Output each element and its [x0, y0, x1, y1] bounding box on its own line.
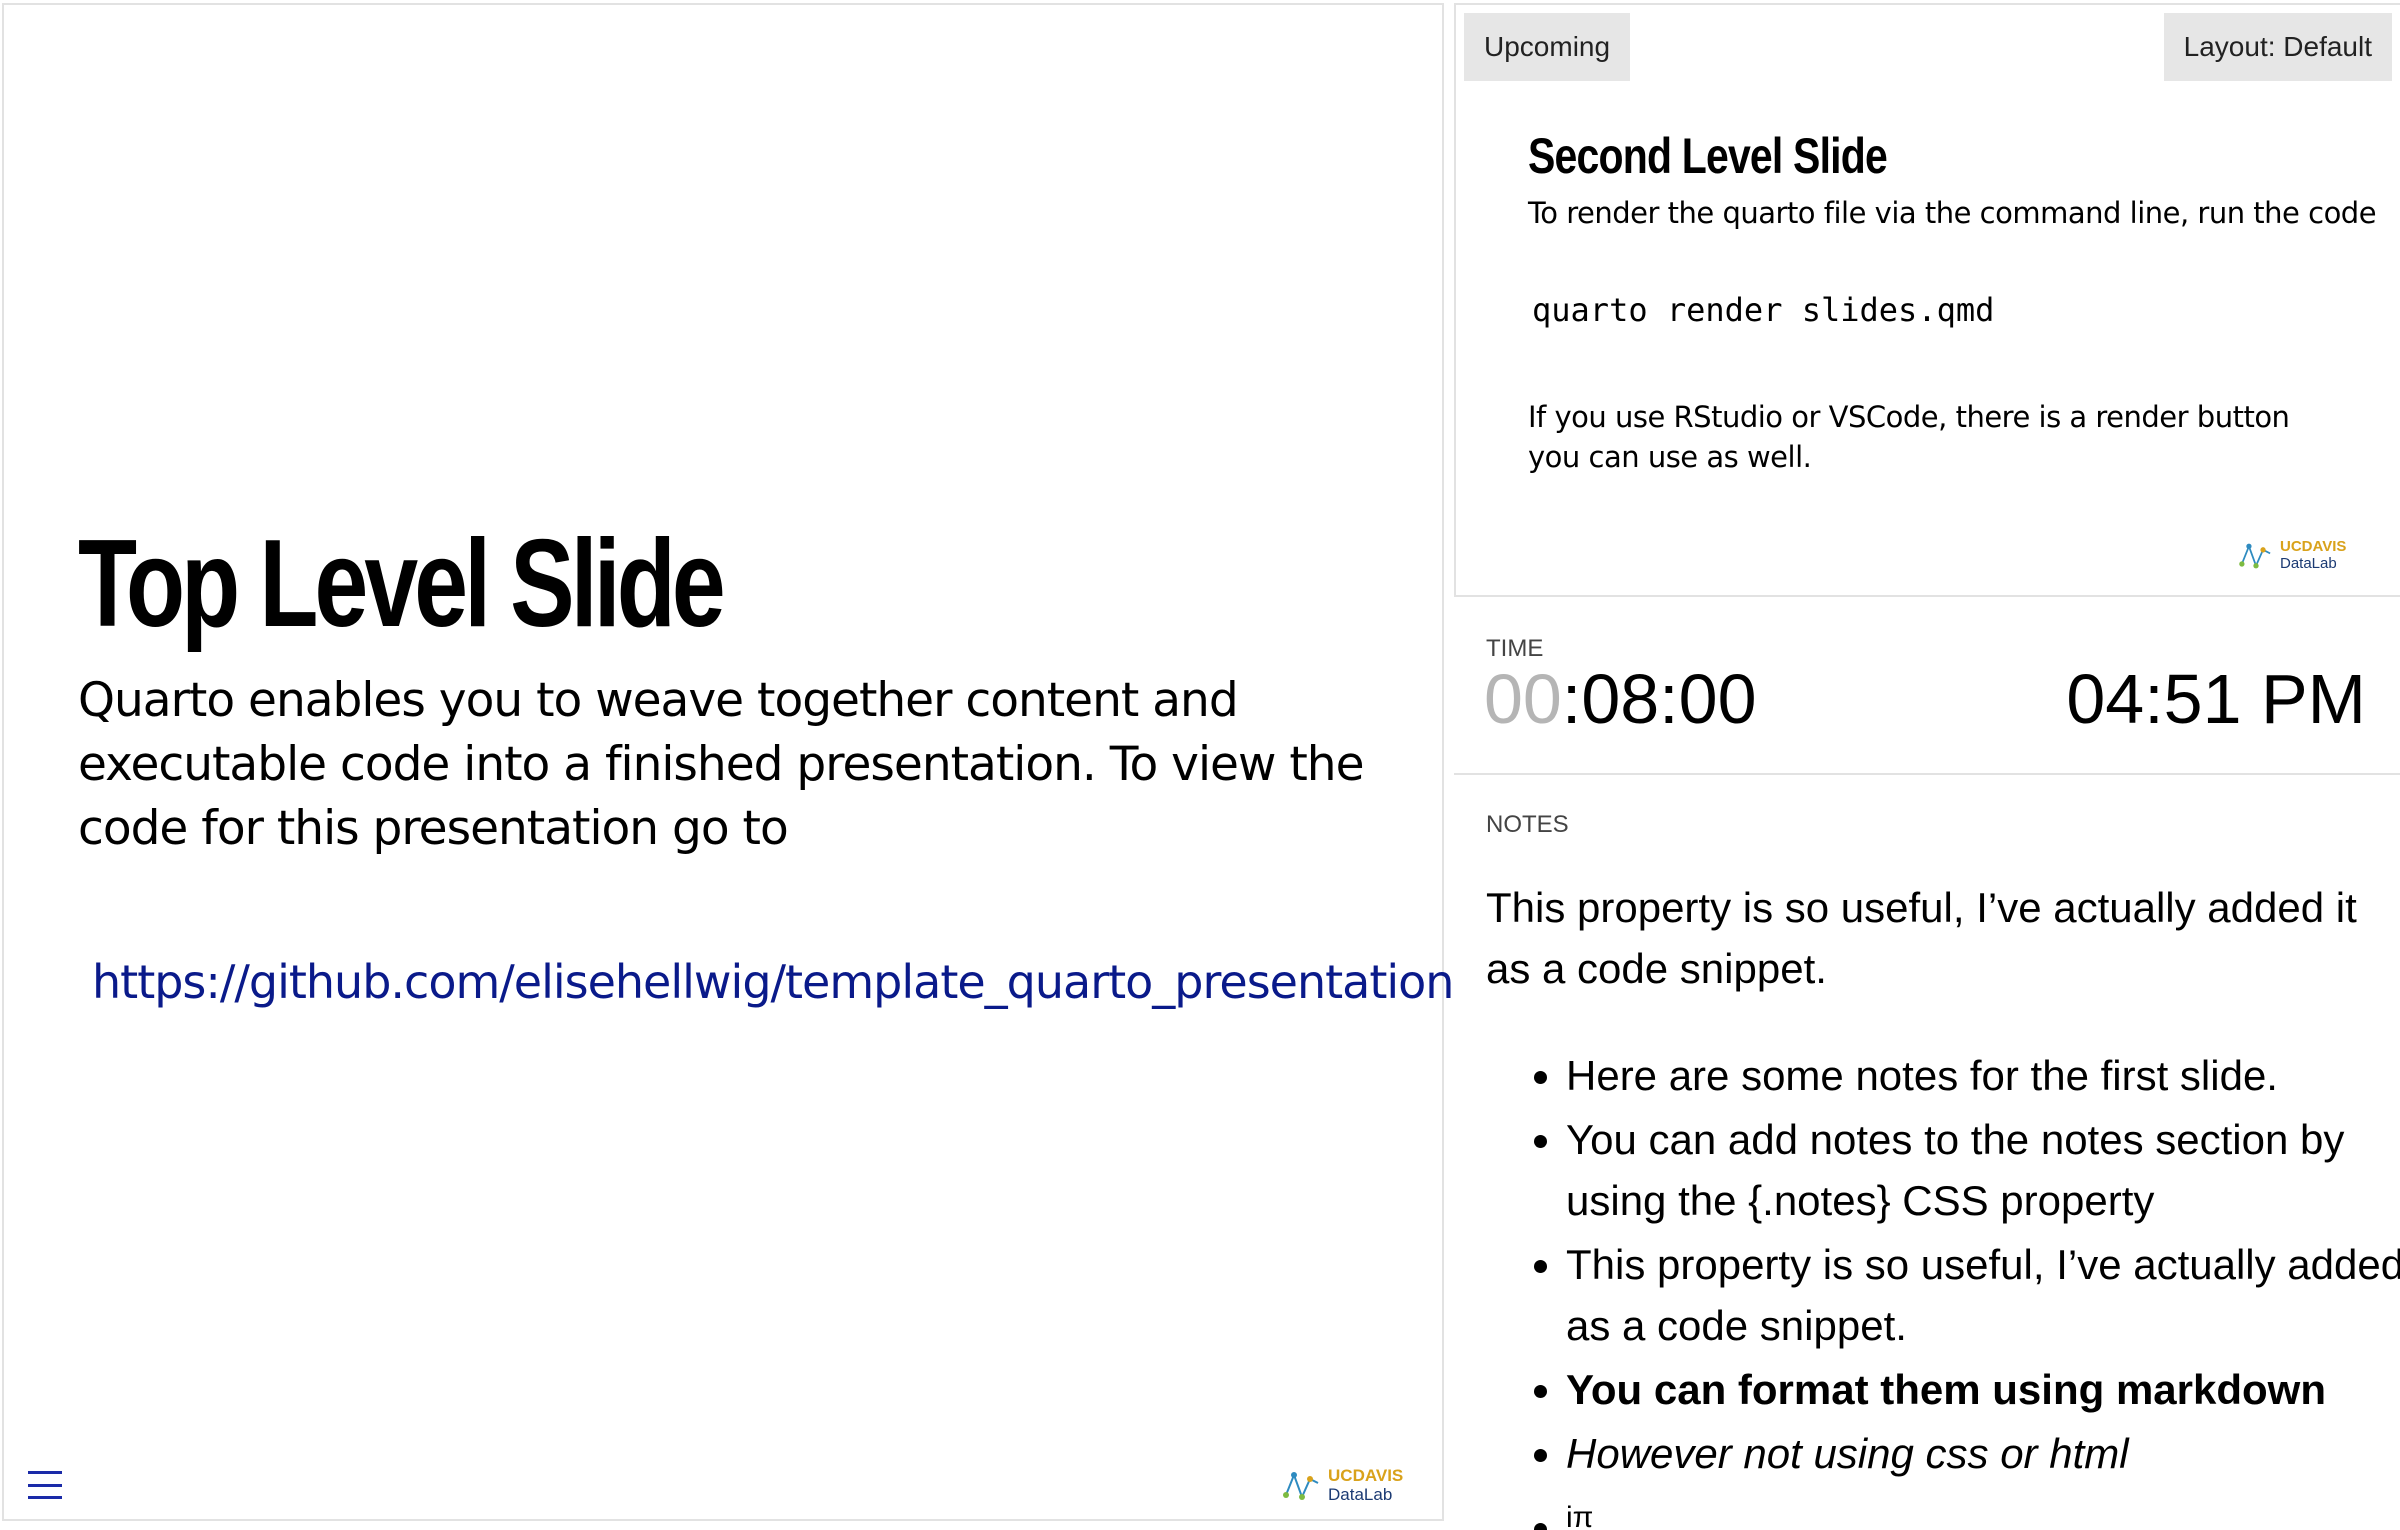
datalab-logo: UCDAVIS DataLab	[1282, 1466, 1404, 1504]
upcoming-button[interactable]: Upcoming	[1464, 13, 1631, 81]
clock: 04:51 PM	[2066, 660, 2366, 738]
datalab-logo-icon	[1283, 1471, 1319, 1500]
math-superscript: iπ	[1566, 1501, 1594, 1530]
logo-university: UCDAVIS	[2280, 538, 2347, 555]
list-item: Here are some notes for the first slide.	[1566, 1045, 2400, 1106]
speaker-notes: NOTES This property is so useful, I’ve a…	[1454, 775, 2400, 1530]
menu-icon-bar	[28, 1471, 62, 1474]
timer-section: TIME 00:08:00 04:51 PM	[1454, 597, 2400, 775]
upcoming-code-block: quarto render slides.qmd	[1532, 291, 1995, 329]
logo-datalab: DataLab	[1328, 1484, 1393, 1504]
list-item: This property is so useful, I’ve actuall…	[1566, 1234, 2400, 1356]
slide-title: Top Level Slide	[78, 515, 726, 653]
datalab-logo-icon	[2239, 543, 2271, 568]
upcoming-slide-text: To render the quarto file via the comman…	[1528, 196, 2377, 230]
list-item: You can add notes to the notes section b…	[1566, 1109, 2400, 1231]
datalab-logo: UCDAVIS DataLab	[2238, 538, 2347, 572]
notes-lead: This property is so useful, I’ve actuall…	[1486, 884, 2357, 992]
layout-button[interactable]: Layout: Default	[2163, 13, 2392, 81]
upcoming-slide-text-2: If you use RStudio or VSCode, there is a…	[1528, 400, 2290, 474]
menu-icon-bar	[28, 1483, 62, 1487]
elapsed-minutes-seconds: :08:00	[1561, 660, 1757, 738]
list-item-partial: iπ	[1566, 1487, 2400, 1530]
list-item: However not using css or html	[1566, 1423, 2400, 1484]
elapsed-hours: 00	[1484, 660, 1562, 738]
notes-label: NOTES	[1486, 811, 1569, 838]
logo-datalab: DataLab	[2280, 554, 2337, 572]
notes-list: Here are some notes for the first slide.…	[1486, 1045, 2400, 1530]
elapsed-timer[interactable]: 00:08:00	[1484, 659, 1757, 739]
menu-icon-bar	[28, 1496, 62, 1499]
upcoming-slide-title: Second Level Slide	[1528, 128, 1888, 184]
slide-body: Quarto enables you to weave together con…	[78, 673, 1364, 856]
list-item: You can format them using markdown	[1566, 1359, 2400, 1420]
current-slide: Top Level Slide Quarto enables you to we…	[2, 3, 1454, 1521]
logo-university: UCDAVIS	[1328, 1466, 1404, 1485]
repo-link[interactable]: https://github.com/elisehellwig/template…	[92, 955, 1454, 1009]
menu-icon[interactable]	[28, 1471, 62, 1499]
upcoming-slide-panel: Upcoming Layout: Default Second Level Sl…	[1454, 3, 2400, 597]
